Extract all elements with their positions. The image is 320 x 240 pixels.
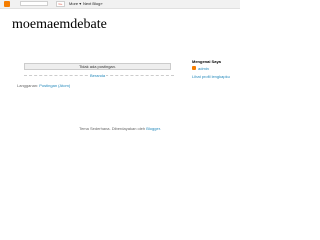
blogger-profile-icon (192, 66, 196, 70)
blogger-logo-icon[interactable] (4, 1, 10, 7)
more-menu-button[interactable]: More ▾ (69, 1, 81, 7)
gplus-share-button[interactable]: G+ (56, 1, 65, 7)
blogger-navbar: G+ More ▾ Next Blog» (0, 0, 240, 9)
no-posts-message: Tidak ada postingan. (24, 63, 171, 70)
subscribe-label: Langganan: (17, 83, 39, 88)
subscribe-atom-link[interactable]: Postingan (Atom) (39, 83, 70, 88)
footer: Tema Sederhana. Diberdayakan oleh Blogge… (0, 126, 240, 131)
subscribe-line: Langganan: Postingan (Atom) (17, 83, 70, 88)
navbar-search-input[interactable] (20, 1, 48, 6)
next-blog-link[interactable]: Next Blog» (83, 1, 103, 7)
blogger-link[interactable]: Blogger. (146, 126, 161, 131)
profile-name-link[interactable]: admin (198, 66, 209, 71)
view-full-profile-link[interactable]: Lihat profil lengkapku (192, 74, 230, 79)
footer-attribution: Tema Sederhana. Diberdayakan oleh (79, 126, 146, 131)
about-me-heading: Mengenai Saya (192, 59, 221, 64)
home-link[interactable]: Beranda (89, 73, 107, 78)
blog-title[interactable]: moemaemdebate (12, 17, 107, 33)
